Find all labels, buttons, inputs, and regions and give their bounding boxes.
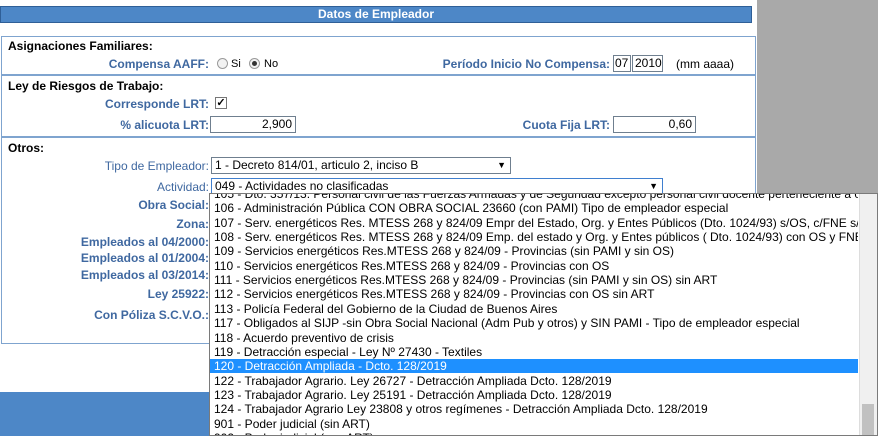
corresponde-lrt-checkbox[interactable]: ✓ [215, 97, 227, 109]
compensa-no-radio[interactable] [249, 58, 260, 69]
poliza-scvo-label: Con Póliza S.C.V.O.: [94, 308, 209, 322]
periodo-format-hint: (mm aaaa) [676, 57, 735, 71]
periodo-inicio-label: Período Inicio No Compensa: [442, 57, 610, 71]
empleados-04-2000-label: Empleados al 04/2000: [80, 235, 209, 249]
tipo-empleador-value: 1 - Decreto 814/01, articulo 2, inciso B [215, 158, 419, 172]
actividad-value: 049 - Actividades no clasificadas [215, 179, 389, 193]
dropdown-option[interactable]: 111 - Servicios energéticos Res.MTESS 26… [210, 273, 858, 287]
lrt-section: Ley de Riesgos de Trabajo: Corresponde L… [1, 75, 756, 137]
periodo-anio-input[interactable]: 2010 [632, 55, 663, 72]
dropdown-option[interactable]: 105 - Dto. 357/13. Personal civil de las… [210, 194, 858, 201]
alicuota-lrt-input[interactable]: 2,900 [210, 116, 296, 133]
tipo-empleador-label: Tipo de Empleador: [104, 159, 209, 173]
dropdown-option[interactable]: 901 - Poder judicial (sin ART) [210, 417, 858, 431]
dropdown-option[interactable]: 118 - Acuerdo preventivo de crisis [210, 331, 858, 345]
cuota-fija-lrt-label: Cuota Fija LRT: [522, 118, 610, 132]
compensa-si-radio[interactable] [217, 58, 228, 69]
panel-title: Datos de Empleador [0, 6, 752, 23]
actividad-label: Actividad: [156, 180, 209, 194]
otros-heading: Otros: [8, 141, 44, 155]
compensa-si-label: Si [231, 58, 241, 70]
dropdown-option[interactable]: 106 - Administración Pública CON OBRA SO… [210, 201, 858, 215]
dropdown-scrollbar[interactable] [859, 194, 877, 435]
dropdown-option[interactable]: 117 - Obligados al SIJP -sin Obra Social… [210, 316, 858, 330]
dropdown-option[interactable]: 120 - Detracción Ampliada - Dcto. 128/20… [210, 359, 858, 374]
asignaciones-heading: Asignaciones Familiares: [8, 39, 153, 53]
actividad-dropdown-list[interactable]: 105 - Dto. 357/13. Personal civil de las… [209, 193, 878, 436]
dropdown-option[interactable]: 108 - Serv. energéticos Res. MTESS 268 y… [210, 230, 858, 244]
dropdown-option[interactable]: 107 - Serv. energéticos Res. MTESS 268 y… [210, 216, 858, 230]
dropdown-option[interactable]: 112 - Servicios energéticos Res.MTESS 26… [210, 287, 858, 301]
dropdown-option[interactable]: 109 - Servicios energéticos Res.MTESS 26… [210, 244, 858, 258]
periodo-mes-input[interactable]: 07 [613, 55, 631, 72]
corresponde-lrt-label: Corresponde LRT: [104, 97, 209, 111]
tipo-empleador-select[interactable]: 1 - Decreto 814/01, articulo 2, inciso B… [211, 157, 511, 174]
empleados-03-2014-label: Empleados al 03/2014: [80, 268, 209, 282]
dropdown-option[interactable]: 119 - Detracción especial - Ley Nº 27430… [210, 345, 858, 359]
compensa-aaff-label: Compensa AAFF: [108, 57, 209, 71]
zona-label: Zona: [176, 217, 209, 231]
lrt-heading: Ley de Riesgos de Trabajo: [8, 79, 164, 93]
cuota-fija-lrt-input[interactable]: 0,60 [613, 116, 696, 133]
chevron-down-icon: ▼ [649, 181, 658, 191]
dropdown-option[interactable]: 110 - Servicios energéticos Res.MTESS 26… [210, 259, 858, 273]
dropdown-option[interactable]: 124 - Trabajador Agrario Ley 23808 y otr… [210, 402, 858, 416]
obra-social-label: Obra Social: [138, 198, 209, 212]
scrollbar-thumb[interactable] [862, 404, 874, 435]
dropdown-option[interactable]: 123 - Trabajador Agrario. Ley 25191 - De… [210, 388, 858, 402]
dropdown-option[interactable]: 122 - Trabajador Agrario. Ley 26727 - De… [210, 374, 858, 388]
empleados-01-2004-label: Empleados al 01/2004: [80, 251, 209, 265]
compensa-no-label: No [264, 58, 279, 70]
dropdown-option[interactable]: 113 - Policía Federal del Gobierno de la… [210, 302, 858, 316]
alicuota-lrt-label: % alicuota LRT: [120, 118, 209, 132]
ley-25922-label: Ley 25922: [147, 287, 209, 301]
asignaciones-section: Asignaciones Familiares: Compensa AAFF: … [1, 36, 756, 75]
dropdown-option[interactable]: 902 - Poder judicial (con ART) [210, 431, 858, 435]
chevron-down-icon: ▼ [497, 160, 506, 170]
